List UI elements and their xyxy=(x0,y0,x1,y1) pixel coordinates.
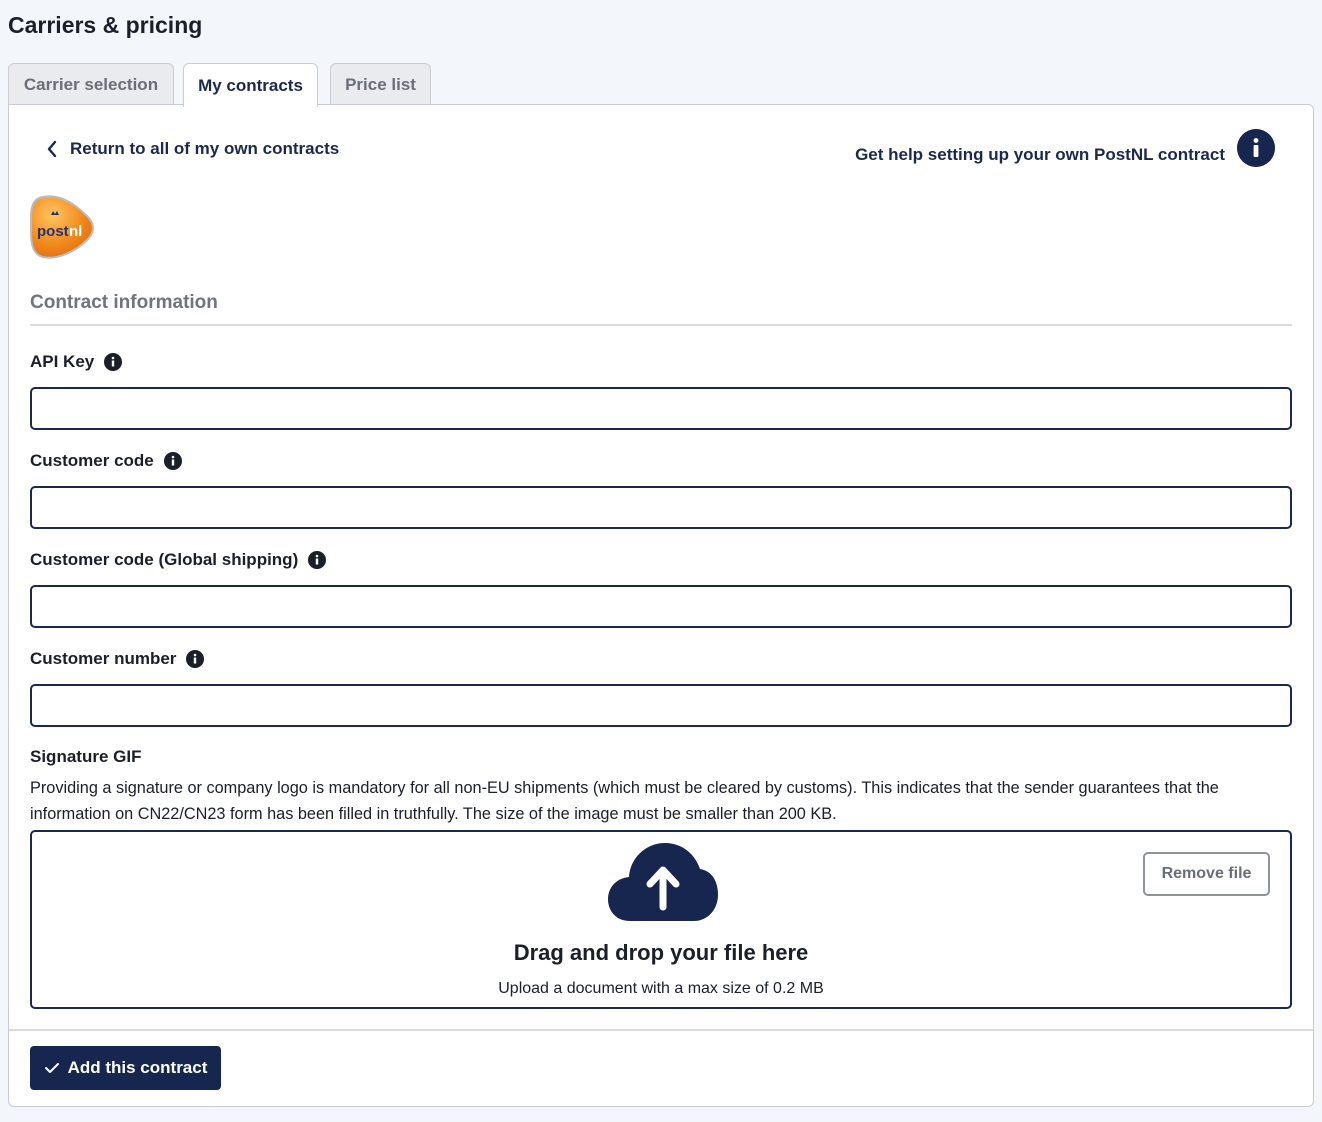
signature-description: Providing a signature or company logo is… xyxy=(30,779,1219,823)
postnl-logo-post: post xyxy=(37,223,69,240)
info-icon[interactable] xyxy=(104,353,123,371)
postnl-logo: post nl xyxy=(30,195,94,259)
customer-code-input[interactable] xyxy=(30,486,1292,529)
customer-code-global-label: Customer code (Global shipping) xyxy=(30,550,327,570)
api-key-input[interactable] xyxy=(30,387,1292,430)
dropzone-subtitle: Upload a document with a max size of 0.2… xyxy=(498,980,824,997)
customer-code-label: Customer code xyxy=(30,451,182,471)
footer-divider xyxy=(9,1029,1313,1031)
page-title: Carriers & pricing xyxy=(8,12,203,38)
remove-file-button[interactable]: Remove file xyxy=(1143,852,1270,896)
customer-code-global-label-text: Customer code (Global shipping) xyxy=(30,550,299,569)
info-icon[interactable] xyxy=(186,650,205,668)
tab-carrier-selection[interactable]: Carrier selection xyxy=(8,63,174,106)
postnl-help-link[interactable]: Get help setting up your own PostNL cont… xyxy=(855,145,1225,165)
cloud-upload-icon xyxy=(608,843,718,921)
customer-code-label-text: Customer code xyxy=(30,451,154,470)
customer-number-label-text: Customer number xyxy=(30,649,177,668)
add-contract-label: Add this contract xyxy=(67,1058,208,1077)
dropzone-title: Drag and drop your file here xyxy=(513,940,809,965)
postnl-logo-nl: nl xyxy=(69,223,82,240)
signature-dropzone[interactable]: Drag and drop your file here Upload a do… xyxy=(30,830,1292,1009)
api-key-label-text: API Key xyxy=(30,352,95,371)
tab-my-contracts[interactable]: My contracts xyxy=(183,63,318,107)
info-icon[interactable] xyxy=(1237,129,1275,167)
section-divider xyxy=(30,324,1292,326)
add-contract-button[interactable]: Add this contract xyxy=(30,1046,221,1090)
info-icon[interactable] xyxy=(163,452,182,470)
contract-panel: Return to all of my own contracts Get he… xyxy=(8,104,1314,1107)
check-icon xyxy=(44,1063,59,1073)
customer-code-global-input[interactable] xyxy=(30,585,1292,628)
chevron-left-icon xyxy=(47,140,57,158)
return-link-label: Return to all of my own contracts xyxy=(70,139,340,158)
customer-number-input[interactable] xyxy=(30,684,1292,727)
section-title: Contract information xyxy=(30,292,218,313)
tab-price-list[interactable]: Price list xyxy=(330,63,431,106)
signature-title: Signature GIF xyxy=(30,747,142,766)
api-key-label: API Key xyxy=(30,352,123,372)
return-to-contracts-link[interactable]: Return to all of my own contracts xyxy=(46,139,339,159)
info-icon[interactable] xyxy=(308,551,327,569)
customer-number-label: Customer number xyxy=(30,649,205,669)
